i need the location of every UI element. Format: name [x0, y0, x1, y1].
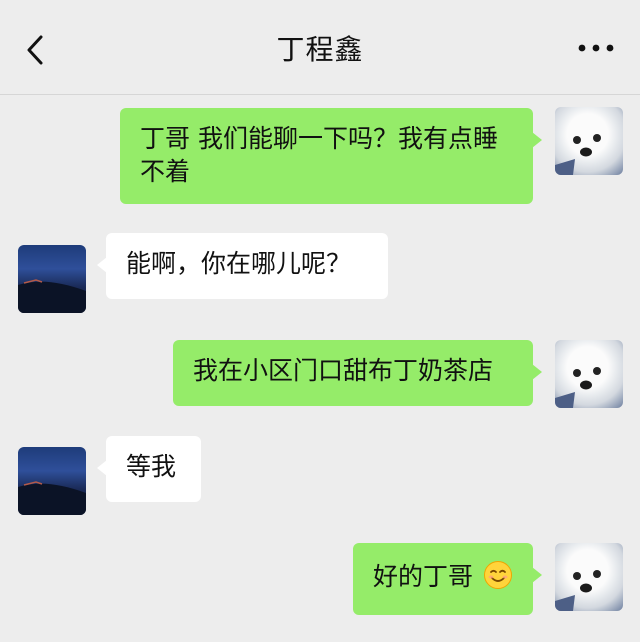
avatar[interactable]	[18, 245, 86, 313]
message-bubble[interactable]: 丁哥 我们能聊一下吗？我有点睡不着	[120, 108, 542, 204]
message-text: 好的丁哥	[373, 562, 474, 591]
night-sky-avatar-icon	[18, 279, 86, 313]
message-bubble[interactable]: 好的丁哥	[353, 543, 542, 615]
dog-avatar-icon	[555, 570, 601, 611]
chat-title: 丁程鑫	[276, 33, 364, 66]
more-dots-icon	[578, 44, 614, 52]
avatar[interactable]	[555, 543, 623, 611]
avatar[interactable]	[555, 340, 623, 408]
message-bubble[interactable]: 等我	[97, 436, 201, 502]
more-options-button[interactable]	[576, 36, 616, 60]
message-bubble[interactable]: 我在小区门口甜布丁奶茶店	[173, 340, 542, 406]
dog-avatar-icon	[555, 134, 601, 175]
dog-avatar-icon	[555, 367, 601, 408]
avatar[interactable]	[18, 447, 86, 515]
avatar[interactable]	[555, 107, 623, 175]
night-sky-avatar-icon	[18, 481, 86, 515]
message-bubble[interactable]: 能啊，你在哪儿呢？	[97, 233, 388, 299]
chat-header: 丁程鑫	[0, 0, 640, 95]
smiling-face-emoji-icon	[483, 560, 513, 598]
